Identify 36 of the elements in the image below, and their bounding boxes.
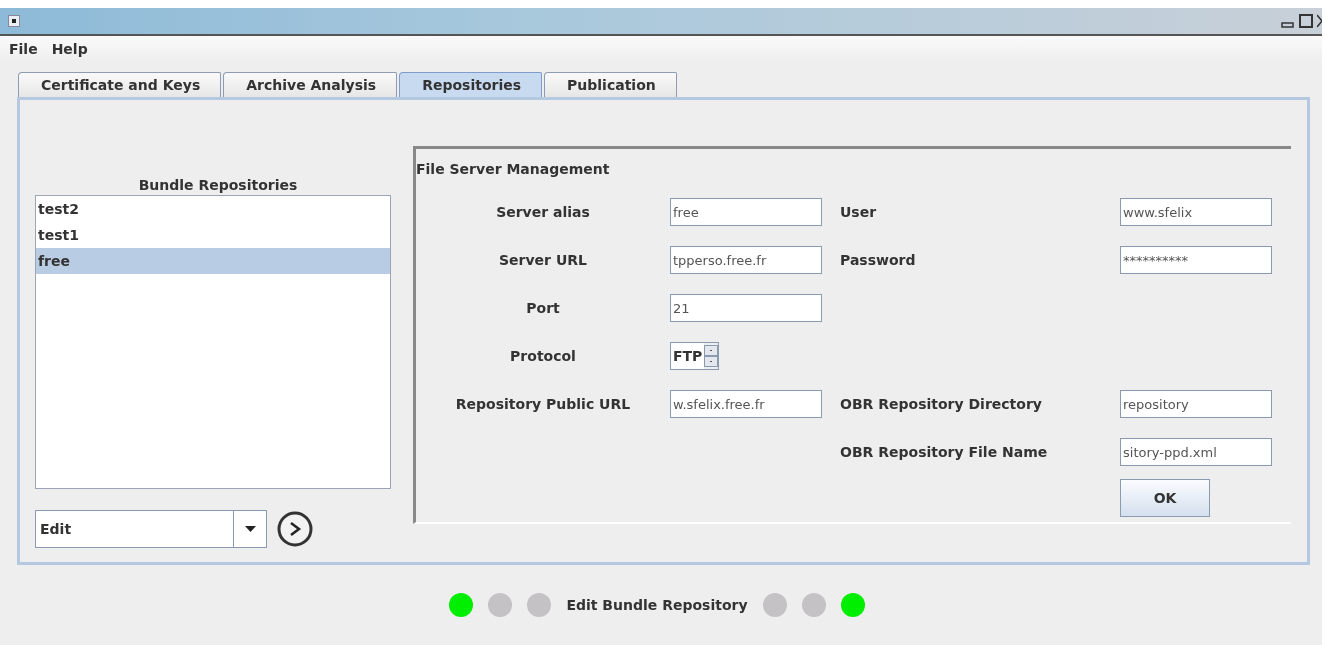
- field-label: Repository Public URL: [454, 395, 632, 414]
- list-item[interactable]: free: [36, 248, 390, 274]
- status-label: Edit Bundle Repository: [566, 597, 748, 613]
- window-menu-icon[interactable]: [8, 15, 20, 27]
- field-label: OBR Repository File Name: [839, 443, 1049, 462]
- caret-icon: [244, 526, 256, 532]
- input-field[interactable]: sitory-ppd.xml: [1120, 438, 1272, 466]
- ok-button[interactable]: OK: [1120, 479, 1210, 517]
- tab[interactable]: Repositories: [399, 72, 543, 97]
- input-field[interactable]: www.sfelix: [1120, 198, 1272, 226]
- action-dropdown[interactable]: Edit: [35, 510, 267, 548]
- menu-item[interactable]: File: [9, 41, 38, 57]
- input-field[interactable]: 21: [670, 294, 822, 322]
- menu-item[interactable]: Help: [51, 41, 88, 57]
- input-field[interactable]: **********: [1120, 246, 1272, 274]
- input-field[interactable]: w.sfelix.free.fr: [670, 390, 822, 418]
- field-label: Password: [839, 251, 917, 270]
- input-field[interactable]: tpperso.free.fr: [670, 246, 822, 274]
- field-label: Server URL: [498, 251, 588, 270]
- input-field[interactable]: repository: [1120, 390, 1272, 418]
- field-label: User: [839, 203, 878, 222]
- close-icon[interactable]: [1317, 13, 1322, 29]
- tab[interactable]: Certificate and Keys: [18, 72, 222, 97]
- go-button[interactable]: [277, 511, 313, 547]
- list-item[interactable]: test1: [36, 222, 390, 248]
- maximize-icon[interactable]: [1299, 13, 1313, 29]
- input-field[interactable]: free: [670, 198, 822, 226]
- tab[interactable]: Archive Analysis: [223, 72, 398, 97]
- field-label: Server alias: [495, 203, 591, 222]
- list-item[interactable]: test2: [36, 196, 390, 222]
- field-label: OBR Repository Directory: [839, 395, 1043, 414]
- list-heading: Bundle Repositories: [137, 177, 299, 193]
- field-label: Port: [525, 299, 561, 318]
- form-title: File Server Management: [416, 160, 611, 177]
- tab[interactable]: Publication: [544, 72, 677, 97]
- field-label: Protocol: [509, 347, 577, 366]
